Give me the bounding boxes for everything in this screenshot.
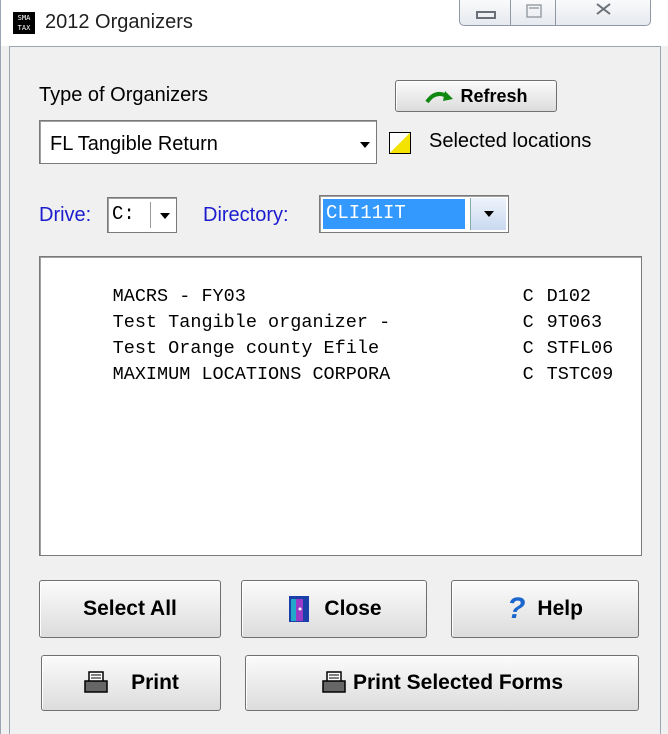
drive-label: Drive: [39, 204, 92, 226]
select-all-button[interactable]: Select All [39, 580, 221, 638]
list-item-code: TSTC09 [546, 364, 614, 385]
organizer-type-label: Type of Organizers [39, 84, 208, 106]
list-item-name: MAXIMUM LOCATIONS CORPORA [112, 364, 391, 385]
list-item-drive: C [522, 364, 534, 385]
title-bar[interactable]: SMA TAX 2012 Organizers [1, 0, 668, 46]
directory-value: CLI11IT [326, 202, 406, 224]
organizer-type-select[interactable]: FL Tangible Return [39, 120, 377, 164]
chevron-down-icon [360, 142, 370, 148]
close-window-button[interactable] [555, 0, 651, 26]
drive-select[interactable]: C: [107, 197, 177, 233]
print-selected-forms-button[interactable]: Print Selected Forms [245, 655, 639, 711]
list-item[interactable]: MAXIMUM LOCATIONS CORPORA C TSTC09 [46, 343, 614, 406]
drive-divider [150, 202, 151, 228]
directory-dropdown-button[interactable] [470, 198, 506, 230]
help-button[interactable]: ? Help [451, 580, 639, 638]
app-logo-icon: SMA TAX [13, 12, 35, 34]
drive-value: C: [112, 203, 135, 225]
maximize-button[interactable] [510, 0, 556, 26]
directory-select[interactable]: CLI11IT [319, 195, 509, 233]
print-selected-forms-label: Print Selected Forms [352, 671, 564, 694]
close-button[interactable]: Close [241, 580, 427, 638]
window-title: 2012 Organizers [45, 11, 193, 33]
chevron-down-icon [484, 211, 494, 217]
refresh-label: Refresh [460, 85, 528, 106]
refresh-button[interactable]: Refresh [395, 80, 557, 112]
printer-icon [83, 671, 109, 695]
help-label: Help [537, 597, 583, 620]
printer-icon [321, 671, 347, 695]
print-label: Print [131, 671, 179, 694]
directory-label: Directory: [203, 204, 289, 226]
organizer-type-value: FL Tangible Return [50, 133, 218, 155]
door-exit-icon [286, 594, 312, 624]
minimize-icon [476, 11, 496, 19]
print-button[interactable]: Print [41, 655, 221, 711]
select-all-label: Select All [83, 597, 177, 620]
close-x-icon [596, 3, 611, 15]
organizers-window: SMA TAX 2012 Organizers Type of Organize… [0, 0, 668, 734]
selected-locations-label: Selected locations [429, 130, 592, 152]
organizers-list[interactable]: MACRS - FY03 C D102 Test Tangible organize… [39, 256, 642, 556]
minimize-button[interactable] [459, 0, 511, 26]
chevron-down-icon [160, 213, 170, 219]
maximize-icon [526, 4, 542, 18]
refresh-arrow-icon [424, 88, 454, 104]
question-mark-icon: ? [507, 592, 526, 625]
close-label: Close [324, 597, 382, 620]
selected-locations-checkbox[interactable] [389, 132, 411, 154]
caption-buttons [459, 0, 668, 28]
